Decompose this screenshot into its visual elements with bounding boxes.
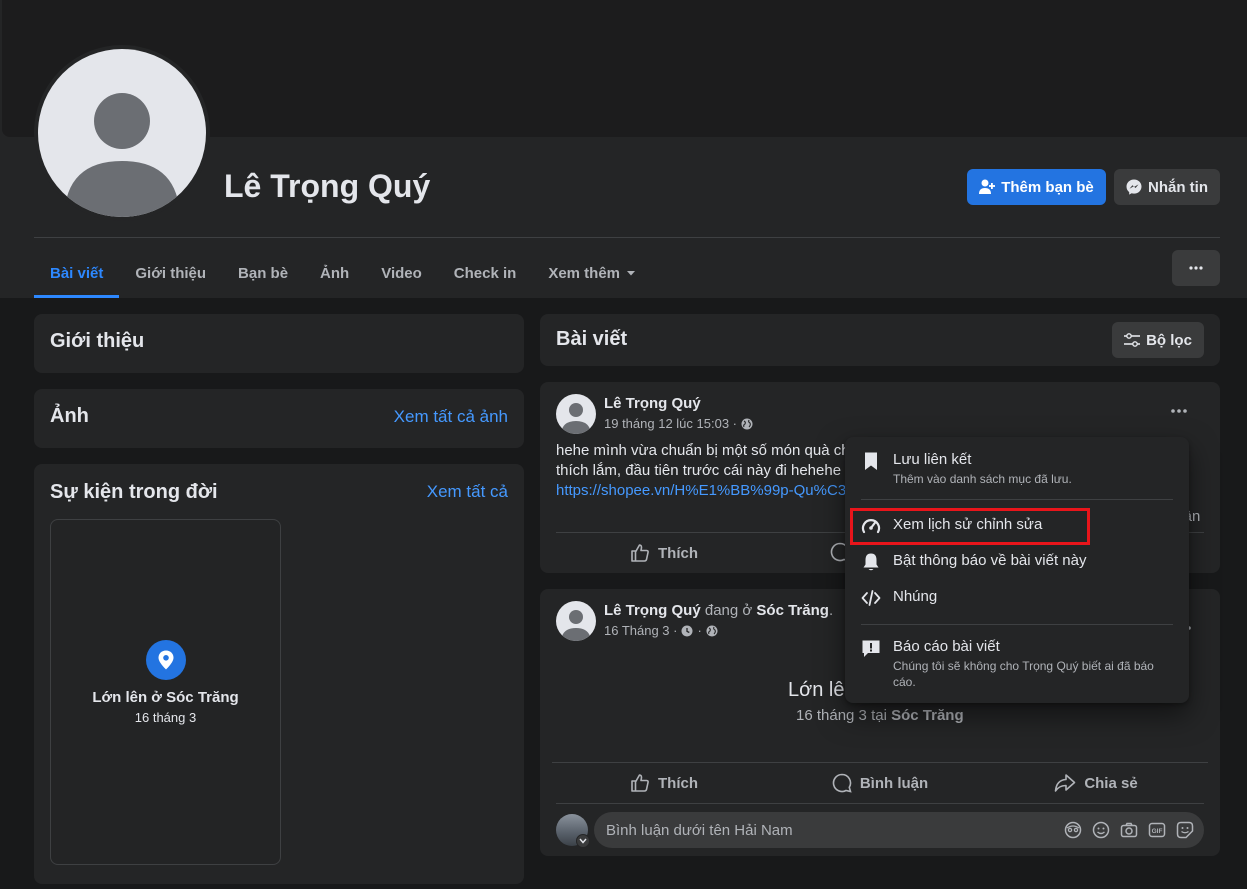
comment-icon: [832, 773, 852, 793]
life-event-tile[interactable]: Lớn lên ở Sóc Trăng 16 tháng 3: [50, 519, 281, 865]
post-header-line: Lê Trọng Quý đang ở Sóc Trăng.: [604, 602, 834, 619]
post-place[interactable]: Sóc Trăng: [756, 602, 829, 619]
menu-item-embed[interactable]: Nhúng: [861, 588, 937, 608]
tab-checkin[interactable]: Check in: [438, 248, 533, 298]
photos-card: Ảnh Xem tất cả ảnh: [34, 389, 524, 448]
see-all-events-link[interactable]: Xem tất cả: [427, 482, 508, 502]
more-options-button[interactable]: [1172, 250, 1220, 286]
ellipsis-icon: [1189, 266, 1203, 270]
profile-tabs: Bài viết Giới thiệu Bạn bè Ảnh Video Che…: [34, 248, 652, 298]
post-link[interactable]: https://shopee.vn/H%E1%BB%99p-Qu%C3: [556, 481, 850, 501]
bookmark-icon: [865, 452, 877, 470]
filter-button[interactable]: Bộ lọc: [1112, 322, 1204, 358]
menu-divider: [861, 624, 1173, 625]
profile-avatar[interactable]: [34, 45, 210, 221]
default-avatar-icon: [561, 403, 591, 434]
thumbs-up-icon: [631, 774, 649, 792]
life-event-subline: 16 tháng 3 tại Sóc Trăng: [796, 707, 964, 724]
post-timestamp[interactable]: 16 Tháng 3 ·: [604, 623, 677, 638]
code-icon: [861, 590, 881, 606]
camera-icon[interactable]: [1120, 821, 1138, 839]
life-event-title: Lớn lên ở Sóc Trăng: [92, 689, 239, 706]
post-author-name[interactable]: Lê Trọng Quý: [604, 602, 701, 619]
post-meta: 19 tháng 12 lúc 15:03 ·: [604, 416, 753, 431]
post-author-name[interactable]: Lê Trọng Quý: [604, 395, 701, 412]
post-author-avatar[interactable]: [556, 601, 596, 641]
default-avatar-icon: [561, 610, 591, 641]
like-button[interactable]: Thích: [556, 533, 772, 573]
menu-item-save-link[interactable]: Lưu liên kết Thêm vào danh sách mục đã l…: [861, 451, 1072, 487]
post-text: hehe mình vừa chuẩn bị một số món quà ch…: [556, 442, 850, 501]
add-friend-icon: [979, 179, 996, 194]
post-options-icon[interactable]: [1170, 400, 1188, 418]
globe-icon: [706, 625, 718, 636]
post-options-menu: Lưu liên kết Thêm vào danh sách mục đã l…: [845, 437, 1189, 703]
see-all-photos-link[interactable]: Xem tất cả ảnh: [394, 407, 508, 427]
highlight-box: [850, 508, 1090, 545]
gif-icon[interactable]: GIF: [1148, 821, 1166, 839]
tab-video[interactable]: Video: [365, 248, 438, 298]
post-divider: [556, 803, 1204, 804]
comment-button[interactable]: Bình luận: [772, 763, 988, 803]
post-meta: 16 Tháng 3 · ·: [604, 623, 718, 638]
life-events-card: Sự kiện trong đời Xem tất cả Lớn lên ở S…: [34, 464, 524, 884]
tab-friends[interactable]: Bạn bè: [222, 248, 304, 298]
messenger-icon: [1126, 179, 1142, 195]
post-author-avatar[interactable]: [556, 394, 596, 434]
message-button[interactable]: Nhắn tin: [1114, 169, 1220, 205]
life-events-title: Sự kiện trong đời: [50, 481, 218, 503]
header-divider: [34, 237, 1220, 238]
chevron-down-icon[interactable]: [576, 834, 590, 848]
emoji-icon[interactable]: [1092, 821, 1110, 839]
life-event-date: 16 tháng 3: [134, 710, 197, 725]
default-avatar-icon: [64, 93, 180, 217]
menu-item-notifications[interactable]: Bật thông báo về bài viết này: [861, 552, 1086, 572]
intro-title: Giới thiệu: [50, 330, 145, 352]
photos-title: Ảnh: [50, 405, 89, 427]
add-friend-button[interactable]: Thêm bạn bè: [967, 169, 1106, 205]
life-event-heading: Lớn lê: [788, 679, 845, 701]
clock-icon: [681, 625, 693, 636]
tab-about[interactable]: Giới thiệu: [119, 248, 222, 298]
location-pin-icon: [146, 640, 186, 680]
tab-more[interactable]: Xem thêm: [532, 248, 652, 298]
share-arrow-icon: [1055, 774, 1076, 792]
life-event-place[interactable]: Sóc Trăng: [891, 707, 964, 724]
comment-input[interactable]: Bình luận dưới tên Hải Nam GIF: [594, 812, 1204, 848]
menu-divider: [861, 499, 1173, 500]
tab-posts[interactable]: Bài viết: [34, 248, 120, 298]
menu-item-report[interactable]: Báo cáo bài viết Chúng tôi sẽ không cho …: [861, 638, 1173, 690]
globe-icon: [741, 418, 753, 429]
thumbs-up-icon: [631, 544, 649, 562]
share-button[interactable]: Chia sẻ: [988, 763, 1204, 803]
bell-icon: [863, 553, 879, 571]
like-button[interactable]: Thích: [556, 763, 772, 803]
svg-text:GIF: GIF: [1152, 828, 1163, 835]
post-timestamp[interactable]: 19 tháng 12 lúc 15:03 ·: [604, 416, 737, 431]
tab-photos[interactable]: Ảnh: [304, 248, 365, 298]
report-alert-icon: [862, 640, 880, 657]
caret-down-icon: [627, 271, 636, 276]
avatar-sticker-icon[interactable]: [1064, 821, 1082, 839]
filter-sliders-icon: [1124, 333, 1141, 347]
intro-card: Giới thiệu: [34, 314, 524, 373]
profile-name: Lê Trọng Quý: [224, 168, 431, 204]
sticker-icon[interactable]: [1176, 821, 1194, 839]
posts-header-card: Bài viết Bộ lọc: [540, 314, 1220, 366]
posts-title: Bài viết: [556, 328, 628, 350]
